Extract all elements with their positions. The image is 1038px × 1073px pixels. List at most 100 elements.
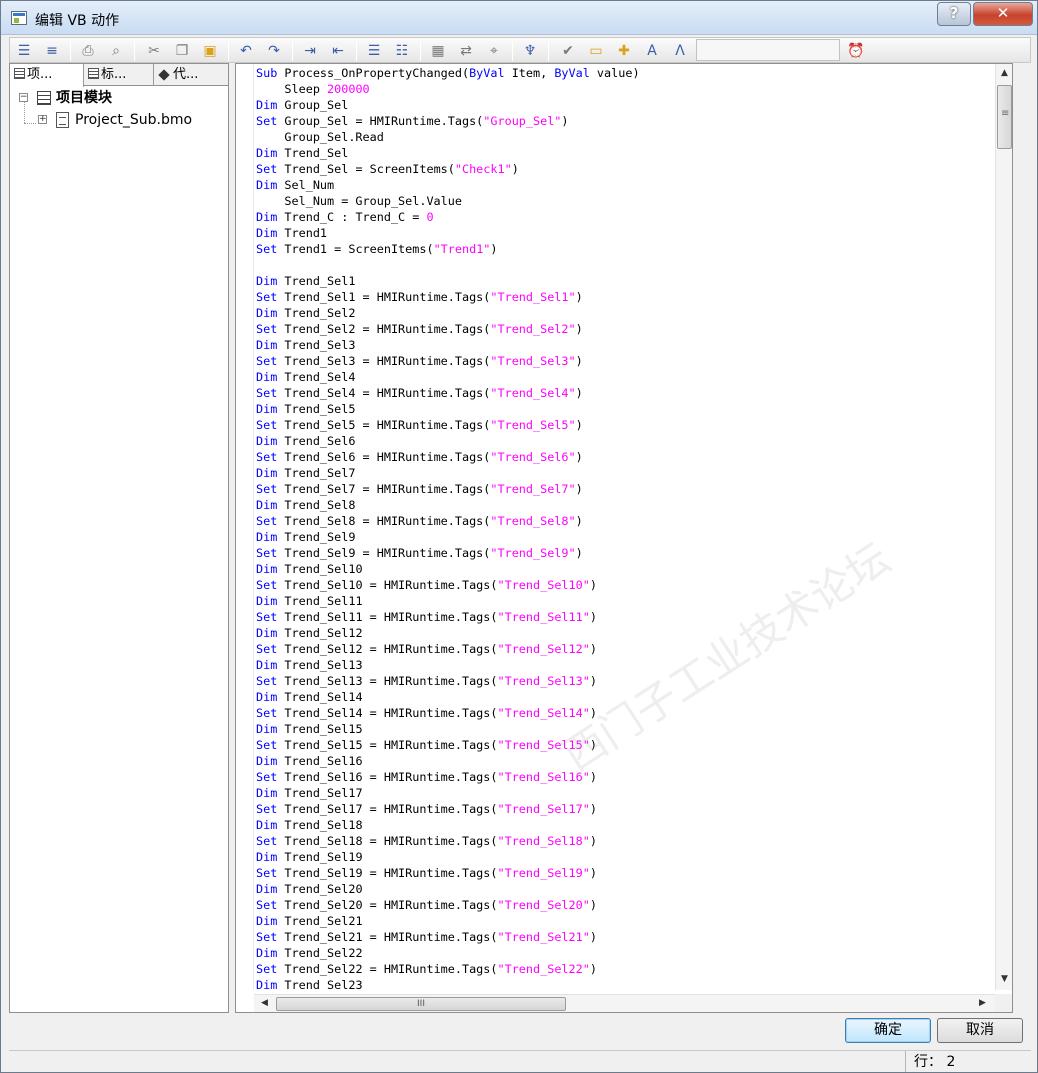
code-line[interactable]: Set Trend_Sel2 = HMIRuntime.Tags("Trend_… [256, 321, 994, 337]
code-line[interactable]: Dim Trend_Sel15 [256, 721, 994, 737]
cut-icon[interactable]: ✂ [144, 41, 164, 61]
code-line[interactable]: Dim Trend_Sel8 [256, 497, 994, 513]
code-line[interactable]: Dim Group_Sel [256, 97, 994, 113]
paste-icon[interactable]: ▣ [200, 41, 220, 61]
code-line[interactable]: Set Trend_Sel15 = HMIRuntime.Tags("Trend… [256, 737, 994, 753]
code-line[interactable]: Sel_Num = Group_Sel.Value [256, 193, 994, 209]
tree-node-project-sub[interactable]: + Project_Sub.bmo [10, 110, 228, 130]
print-icon[interactable]: ⎙ [78, 41, 98, 61]
replace-icon[interactable]: ⇄ [456, 41, 476, 61]
tags-icon[interactable]: A [642, 41, 662, 61]
code-line[interactable]: Dim Trend_Sel9 [256, 529, 994, 545]
code-line[interactable]: Set Trend_Sel3 = HMIRuntime.Tags("Trend_… [256, 353, 994, 369]
vertical-scroll-thumb[interactable] [997, 85, 1012, 149]
code-line[interactable]: Dim Trend_Sel18 [256, 817, 994, 833]
code-line[interactable]: Dim Trend_Sel5 [256, 401, 994, 417]
timer-icon[interactable]: ⏰ [846, 41, 866, 61]
code-line[interactable]: Set Trend_Sel19 = HMIRuntime.Tags("Trend… [256, 865, 994, 881]
indent-decrease-icon[interactable]: ⇤ [328, 41, 348, 61]
code-line[interactable]: Set Trend_Sel9 = HMIRuntime.Tags("Trend_… [256, 545, 994, 561]
code-line[interactable]: Set Trend_Sel = ScreenItems("Check1") [256, 161, 994, 177]
horizontal-scroll-thumb[interactable]: III [276, 997, 566, 1011]
print-preview-icon[interactable]: ⌕ [106, 41, 126, 61]
code-line[interactable]: Set Trend_Sel21 = HMIRuntime.Tags("Trend… [256, 929, 994, 945]
code-line[interactable]: Dim Trend_Sel3 [256, 337, 994, 353]
code-editor[interactable]: Sub Process_OnPropertyChanged(ByVal Item… [235, 63, 1013, 1013]
code-line[interactable] [256, 257, 994, 273]
vertical-scrollbar[interactable]: ▲ ▼ [995, 64, 1012, 990]
copy-icon[interactable]: ❐ [172, 41, 192, 61]
uncomment-icon[interactable]: ☷ [392, 41, 412, 61]
tab-project[interactable]: 项... [10, 64, 84, 87]
insert-icon[interactable]: ✚ [614, 41, 634, 61]
scroll-up-icon[interactable]: ▲ [996, 65, 1013, 82]
comment-icon[interactable]: ☰ [364, 41, 384, 61]
collapse-icon[interactable]: − [19, 93, 28, 102]
cancel-button[interactable]: 取消 [937, 1018, 1023, 1043]
code-line[interactable]: Group_Sel.Read [256, 129, 994, 145]
code-line[interactable]: Set Trend_Sel12 = HMIRuntime.Tags("Trend… [256, 641, 994, 657]
code-line[interactable]: Dim Trend_Sel [256, 145, 994, 161]
code-line[interactable]: Dim Trend_Sel16 [256, 753, 994, 769]
code-line[interactable]: Dim Trend_Sel1 [256, 273, 994, 289]
tree-node-project-modules[interactable]: − 项目模块 [10, 88, 228, 108]
code-line[interactable]: Dim Trend_Sel2 [256, 305, 994, 321]
code-line[interactable]: Dim Trend_Sel12 [256, 625, 994, 641]
code-line[interactable]: Dim Trend_Sel10 [256, 561, 994, 577]
code-line[interactable]: Dim Trend_Sel7 [256, 465, 994, 481]
code-line[interactable]: Dim Trend_Sel13 [256, 657, 994, 673]
code-line[interactable]: Set Trend_Sel5 = HMIRuntime.Tags("Trend_… [256, 417, 994, 433]
bookmark-icon[interactable]: ⌖ [484, 41, 504, 61]
tab-code[interactable]: 代... [154, 64, 228, 86]
tab-standard[interactable]: 标... [84, 64, 154, 86]
code-line[interactable]: Set Trend_Sel20 = HMIRuntime.Tags("Trend… [256, 897, 994, 913]
scroll-left-icon[interactable]: ◀ [256, 995, 273, 1012]
scroll-right-icon[interactable]: ▶ [974, 995, 991, 1012]
horizontal-scrollbar[interactable]: ◀ III ▶ [254, 994, 995, 1012]
code-line[interactable]: Set Trend_Sel6 = HMIRuntime.Tags("Trend_… [256, 449, 994, 465]
code-line[interactable]: Dim Sel_Num [256, 177, 994, 193]
code-line[interactable]: Dim Trend_Sel14 [256, 689, 994, 705]
toolbar-combo[interactable] [696, 39, 840, 61]
indent-icon[interactable]: ≡ [42, 41, 62, 61]
code-line[interactable]: Dim Trend_Sel20 [256, 881, 994, 897]
code-line[interactable]: Dim Trend_Sel22 [256, 945, 994, 961]
code-line[interactable]: Set Group_Sel = HMIRuntime.Tags("Group_S… [256, 113, 994, 129]
code-line[interactable]: Set Trend_Sel17 = HMIRuntime.Tags("Trend… [256, 801, 994, 817]
undo-icon[interactable]: ↶ [236, 41, 256, 61]
code-line[interactable]: Dim Trend1 [256, 225, 994, 241]
code-line[interactable]: Set Trend_Sel8 = HMIRuntime.Tags("Trend_… [256, 513, 994, 529]
code-line[interactable]: Sleep 200000 [256, 81, 994, 97]
close-button[interactable]: ✕ [973, 2, 1033, 26]
code-line[interactable]: Set Trend1 = ScreenItems("Trend1") [256, 241, 994, 257]
code-line[interactable]: Dim Trend_C : Trend_C = 0 [256, 209, 994, 225]
ok-button[interactable]: 确定 [845, 1018, 931, 1043]
code-line[interactable]: Dim Trend_Sel11 [256, 593, 994, 609]
scroll-down-icon[interactable]: ▼ [996, 971, 1013, 988]
code-line[interactable]: Dim Trend_Sel17 [256, 785, 994, 801]
help-button[interactable]: ? [937, 2, 971, 26]
indent-increase-icon[interactable]: ⇥ [300, 41, 320, 61]
code-line[interactable]: Set Trend_Sel4 = HMIRuntime.Tags("Trend_… [256, 385, 994, 401]
code-line[interactable]: Set Trend_Sel7 = HMIRuntime.Tags("Trend_… [256, 481, 994, 497]
check-script-icon[interactable]: ✔ [558, 41, 578, 61]
align-left-icon[interactable]: ☰ [14, 41, 34, 61]
expand-icon[interactable]: + [38, 115, 47, 124]
code-line[interactable]: Dim Trend_Sel23 [256, 977, 994, 989]
code-line[interactable]: Set Trend_Sel13 = HMIRuntime.Tags("Trend… [256, 673, 994, 689]
code-line[interactable]: Dim Trend_Sel6 [256, 433, 994, 449]
code-text-area[interactable]: Sub Process_OnPropertyChanged(ByVal Item… [256, 65, 994, 989]
redo-icon[interactable]: ↷ [264, 41, 284, 61]
code-line[interactable]: Set Trend_Sel16 = HMIRuntime.Tags("Trend… [256, 769, 994, 785]
code-line[interactable]: Set Trend_Sel1 = HMIRuntime.Tags("Trend_… [256, 289, 994, 305]
code-line[interactable]: Dim Trend_Sel21 [256, 913, 994, 929]
code-line[interactable]: Sub Process_OnPropertyChanged(ByVal Item… [256, 65, 994, 81]
code-line[interactable]: Dim Trend_Sel4 [256, 369, 994, 385]
function-icon[interactable]: Λ [670, 41, 690, 61]
code-line[interactable]: Set Trend_Sel14 = HMIRuntime.Tags("Trend… [256, 705, 994, 721]
properties-icon[interactable]: ♆ [520, 41, 540, 61]
code-line[interactable]: Dim Trend_Sel19 [256, 849, 994, 865]
code-line[interactable]: Set Trend_Sel11 = HMIRuntime.Tags("Trend… [256, 609, 994, 625]
code-line[interactable]: Set Trend_Sel10 = HMIRuntime.Tags("Trend… [256, 577, 994, 593]
code-line[interactable]: Set Trend_Sel18 = HMIRuntime.Tags("Trend… [256, 833, 994, 849]
